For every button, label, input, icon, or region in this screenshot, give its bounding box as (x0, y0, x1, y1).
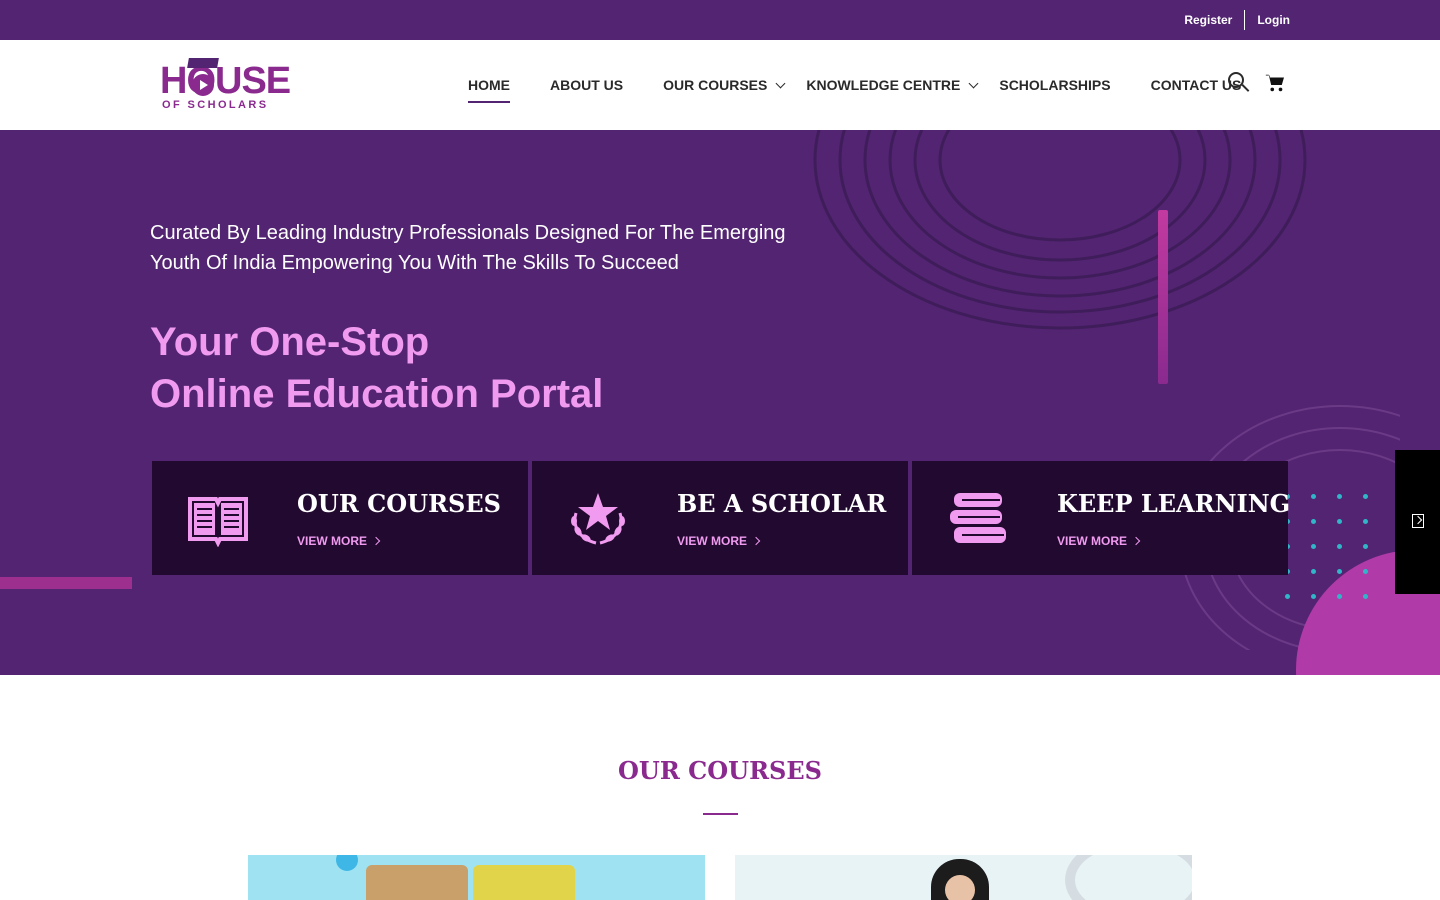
view-more-label: VIEW MORE (677, 534, 748, 548)
top-bar: Register Login (0, 0, 1440, 40)
laurel-star-icon (571, 493, 625, 545)
divider (1244, 10, 1246, 30)
instructor-photo (366, 865, 468, 900)
chevron-right-icon (371, 536, 381, 546)
site-logo[interactable]: HOUSE OF SCHOLARS (160, 58, 294, 112)
feature-cards: OUR COURSES VIEW MORE BE A SCHOLAR VIEW … (152, 461, 1292, 575)
card-be-a-scholar[interactable]: BE A SCHOLAR VIEW MORE (532, 461, 908, 575)
instructor-face (945, 875, 975, 900)
card-title: BE A SCHOLAR (677, 489, 887, 518)
course-thumbnail[interactable] (248, 855, 705, 900)
hero-title-line-1: Your One-Stop (150, 320, 430, 364)
decorative-swirl (1065, 855, 1192, 900)
card-our-courses[interactable]: OUR COURSES VIEW MORE (152, 461, 528, 575)
course-thumbnail[interactable] (735, 855, 1192, 900)
instructor-photo (473, 865, 575, 900)
main-navigation: HOUSE OF SCHOLARS HOME ABOUT US OUR COUR… (0, 40, 1440, 130)
login-link[interactable]: Login (1257, 13, 1290, 27)
nav-item-about-us[interactable]: ABOUT US (550, 40, 623, 130)
nav-item-home[interactable]: HOME (468, 40, 510, 130)
view-more-link[interactable]: VIEW MORE (677, 534, 761, 548)
hero-subtitle: Curated By Leading Industry Professional… (150, 222, 786, 274)
section-divider (703, 813, 738, 815)
account-links: Register Login (1184, 0, 1290, 40)
cart-icon[interactable] (1264, 72, 1286, 94)
section-title: OUR COURSES (618, 756, 822, 785)
card-title: KEEP LEARNING (1057, 489, 1291, 518)
nav-icons (1228, 72, 1286, 94)
chevron-down-icon (775, 78, 786, 88)
decorative-dots (1285, 494, 1368, 599)
search-icon[interactable] (1228, 72, 1250, 94)
nav-item-label: KNOWLEDGE CENTRE (806, 77, 961, 93)
nav-menu: HOME ABOUT US OUR COURSES KNOWLEDGE CENT… (468, 40, 1281, 130)
decorative-strip (0, 577, 132, 589)
nav-item-knowledge-centre[interactable]: KNOWLEDGE CENTRE (806, 40, 979, 130)
nav-item-label: HOME (468, 77, 510, 93)
chevron-right-icon (751, 536, 761, 546)
nav-item-label: OUR COURSES (663, 77, 768, 93)
chevron-down-icon (968, 78, 979, 88)
books-stack-icon (950, 493, 1006, 543)
external-link-icon (1412, 514, 1424, 528)
view-more-link[interactable]: VIEW MORE (1057, 534, 1141, 548)
nav-item-scholarships[interactable]: SCHOLARSHIPS (999, 40, 1110, 130)
card-keep-learning[interactable]: KEEP LEARNING VIEW MORE (912, 461, 1291, 575)
decorative-bubble (336, 855, 358, 871)
chevron-right-icon (1131, 536, 1141, 546)
nav-item-our-courses[interactable]: OUR COURSES (663, 40, 786, 130)
hero-title: Your One-Stop Online Education Portal (150, 316, 603, 420)
nav-item-label: SCHOLARSHIPS (999, 77, 1111, 93)
view-more-link[interactable]: VIEW MORE (297, 534, 381, 548)
play-icon (192, 74, 214, 96)
book-icon (188, 497, 248, 547)
nav-item-label: ABOUT US (550, 77, 624, 93)
logo-text-secondary: OF SCHOLARS (162, 99, 269, 111)
side-sticky-tab[interactable] (1395, 450, 1440, 594)
hero-banner: Curated By Leading Industry Professional… (0, 130, 1440, 675)
hero-title-line-2: Online Education Portal (150, 372, 604, 416)
graduation-cap-icon (187, 58, 219, 68)
decorative-bar (1158, 210, 1168, 384)
register-link[interactable]: Register (1184, 13, 1232, 27)
view-more-label: VIEW MORE (297, 534, 368, 548)
card-title: OUR COURSES (297, 489, 501, 518)
view-more-label: VIEW MORE (1057, 534, 1128, 548)
